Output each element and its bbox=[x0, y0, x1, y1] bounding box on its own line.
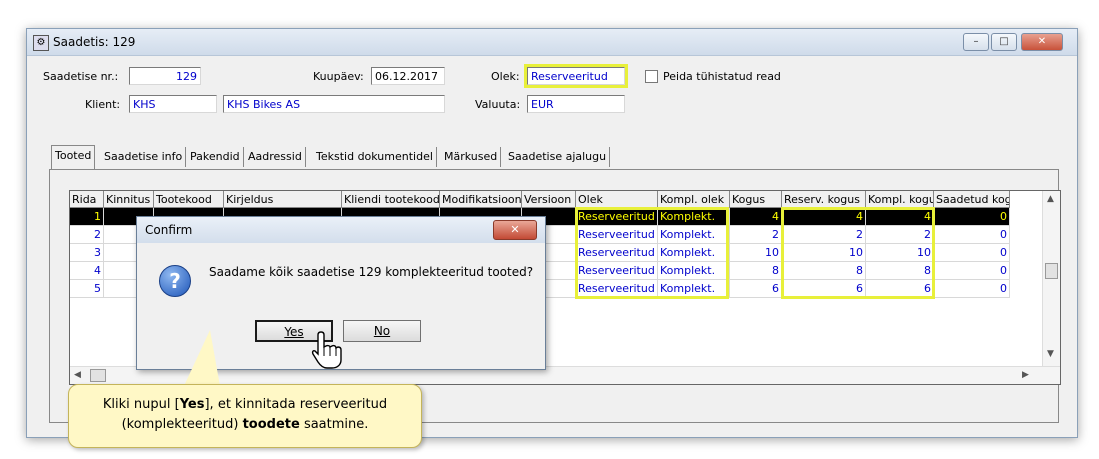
cell-rida[interactable]: 3 bbox=[70, 244, 104, 262]
maximize-button[interactable]: □ bbox=[991, 33, 1017, 51]
tab-document-texts[interactable]: Tekstid dokumentidel bbox=[313, 147, 437, 167]
status-highlight bbox=[575, 207, 729, 299]
dialog-title-bar[interactable]: Confirm ✕ bbox=[137, 217, 545, 243]
cell-saadetud-kogus[interactable]: 0 bbox=[934, 208, 1010, 226]
col-header-kogus[interactable]: Kogus bbox=[730, 191, 782, 208]
client-label: Klient: bbox=[85, 98, 121, 111]
col-header-modifikatsioon[interactable]: Modifikatsioon bbox=[440, 191, 522, 208]
hide-cancelled-checkbox[interactable] bbox=[645, 70, 658, 83]
yes-button-label: Yes bbox=[284, 325, 304, 339]
date-label: Kuupäev: bbox=[313, 70, 364, 83]
tab-products[interactable]: Tooted bbox=[51, 145, 96, 169]
scroll-right-icon[interactable]: ▶ bbox=[1022, 370, 1029, 380]
callout-text: Kliki nupul [Yes], et kinnitada reservee… bbox=[102, 397, 388, 432]
cell-saadetud-kogus[interactable]: 0 bbox=[934, 262, 1010, 280]
cell-kogus[interactable]: 8 bbox=[730, 262, 782, 280]
callout-pointer bbox=[184, 330, 220, 386]
cell-rida[interactable]: 2 bbox=[70, 226, 104, 244]
horizontal-scroll-thumb[interactable] bbox=[90, 369, 106, 382]
shipment-no-field[interactable]: 129 bbox=[129, 67, 201, 85]
shipment-no-label: Saadetise nr.: bbox=[43, 70, 119, 83]
col-header-kirjeldus[interactable]: Kirjeldus bbox=[224, 191, 342, 208]
col-header-tootekood[interactable]: Tootekood bbox=[154, 191, 224, 208]
close-button[interactable]: ✕ bbox=[1021, 33, 1063, 51]
hide-cancelled-label: Peida tühistatud read bbox=[663, 70, 781, 83]
cell-rida[interactable]: 5 bbox=[70, 280, 104, 298]
client-name-field[interactable]: KHS Bikes AS bbox=[223, 95, 445, 113]
tab-shipment-info[interactable]: Saadetise info bbox=[101, 147, 187, 167]
currency-label: Valuuta: bbox=[475, 98, 521, 111]
minimize-button[interactable]: – bbox=[963, 33, 989, 51]
cell-kogus[interactable]: 2 bbox=[730, 226, 782, 244]
window-title: Saadetis: 129 bbox=[53, 35, 136, 49]
scroll-down-icon[interactable]: ▼ bbox=[1047, 349, 1054, 359]
col-header-rida[interactable]: Rida bbox=[70, 191, 104, 208]
currency-field[interactable]: EUR bbox=[527, 95, 625, 113]
no-button[interactable]: No bbox=[343, 320, 421, 342]
cell-saadetud-kogus[interactable]: 0 bbox=[934, 244, 1010, 262]
tab-notes[interactable]: Märkused bbox=[441, 147, 502, 167]
dialog-title: Confirm bbox=[145, 223, 193, 237]
status-label: Olek: bbox=[491, 70, 520, 83]
date-field[interactable]: 06.12.2017 bbox=[371, 67, 445, 85]
vertical-scrollbar[interactable]: ▲ ▼ bbox=[1042, 191, 1060, 366]
dialog-message: Saadame kõik saadetise 129 komplekteerit… bbox=[209, 265, 534, 279]
cell-kogus[interactable]: 6 bbox=[730, 280, 782, 298]
instruction-callout: Kliki nupul [Yes], et kinnitada reservee… bbox=[68, 384, 422, 448]
col-header-kinnitus[interactable]: Kinnitus bbox=[104, 191, 154, 208]
scroll-up-icon[interactable]: ▲ bbox=[1047, 194, 1054, 204]
cell-kogus[interactable]: 10 bbox=[730, 244, 782, 262]
client-code-field[interactable]: KHS bbox=[129, 95, 217, 113]
status-field[interactable]: Reserveeritud bbox=[524, 64, 628, 88]
app-icon: ⚙ bbox=[33, 35, 49, 51]
col-header-kliendi-tootekood[interactable]: Kliendi tootekood bbox=[342, 191, 440, 208]
cell-rida[interactable]: 4 bbox=[70, 262, 104, 280]
cell-saadetud-kogus[interactable]: 0 bbox=[934, 280, 1010, 298]
tab-packages[interactable]: Pakendid bbox=[187, 147, 244, 167]
quantity-highlight bbox=[781, 207, 935, 299]
col-header-olek[interactable]: Olek bbox=[576, 191, 658, 208]
no-button-label: No bbox=[373, 324, 391, 338]
title-bar[interactable]: ⚙ Saadetis: 129 – □ ✕ bbox=[27, 29, 1077, 56]
cell-saadetud-kogus[interactable]: 0 bbox=[934, 226, 1010, 244]
col-header-reserv-kogus[interactable]: Reserv. kogus bbox=[782, 191, 866, 208]
cell-rida[interactable]: 1 bbox=[70, 208, 104, 226]
col-header-kompl-kogus[interactable]: Kompl. kogus bbox=[866, 191, 934, 208]
cell-kogus[interactable]: 4 bbox=[730, 208, 782, 226]
tab-addresses[interactable]: Aadressid bbox=[245, 147, 306, 167]
vertical-scroll-thumb[interactable] bbox=[1045, 263, 1058, 279]
col-header-kompl-olek[interactable]: Kompl. olek bbox=[658, 191, 730, 208]
hand-cursor-icon bbox=[311, 331, 342, 369]
dialog-close-button[interactable]: ✕ bbox=[493, 220, 537, 240]
scroll-left-icon[interactable]: ◀ bbox=[74, 370, 81, 380]
col-header-saadetud-kogus[interactable]: Saadetud kog bbox=[934, 191, 1010, 208]
tab-shipment-history[interactable]: Saadetise ajalugu bbox=[505, 147, 611, 167]
col-header-versioon[interactable]: Versioon bbox=[522, 191, 576, 208]
question-icon: ? bbox=[159, 265, 191, 297]
